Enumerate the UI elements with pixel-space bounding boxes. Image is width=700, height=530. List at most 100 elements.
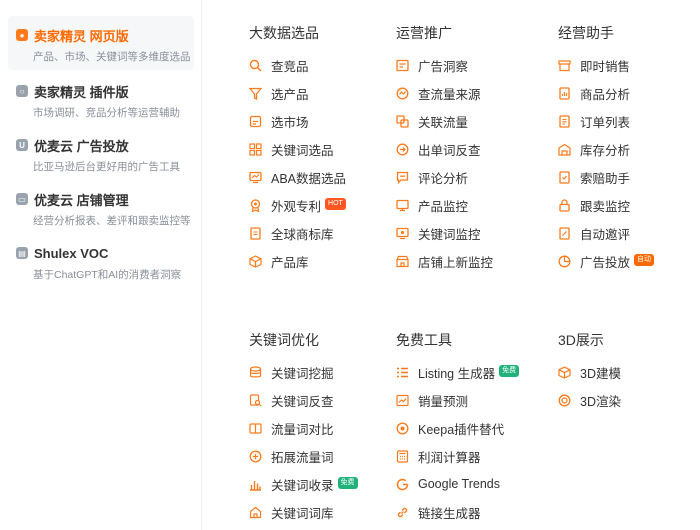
link-label: 广告洞察 xyxy=(418,59,469,74)
sidebar-item-youmaiyun-ads[interactable]: U 优麦云 广告投放 比亚马逊后台更好用的广告工具 xyxy=(8,126,194,180)
link-label: 流量词对比 xyxy=(271,422,334,437)
menu-link-product-library[interactable]: 产品库 xyxy=(249,247,379,275)
ad-board-icon xyxy=(396,59,409,72)
link-label: 选市场 xyxy=(271,115,309,130)
link-label: Listing 生成器 xyxy=(418,366,496,381)
menu-link-keyword-library[interactable]: 关键词词库 xyxy=(249,498,389,526)
link-label: 外观专利 xyxy=(271,199,322,214)
menu-link-store-new-listing-monitor[interactable]: 店铺上新监控 xyxy=(396,247,536,275)
menu-link-related-traffic[interactable]: 关联流量 xyxy=(396,107,536,135)
menu-link-3d-modeling[interactable]: 3D建模 xyxy=(558,358,678,386)
link-label: 3D建模 xyxy=(580,366,621,381)
link-label: Keepa插件替代 xyxy=(418,422,505,437)
monitor-chart-icon xyxy=(249,171,262,184)
sidebar-item-sellersprite-plugin[interactable]: ○ 卖家精灵 插件版 市场调研、竞品分析等运营辅助 xyxy=(8,72,194,126)
menu-link-design-patent[interactable]: 外观专利 HOT xyxy=(249,191,379,219)
link-label: 自动邀评 xyxy=(580,227,631,242)
menu-link-aba-selection[interactable]: ABA数据选品 xyxy=(249,163,379,191)
menu-link-market-selection[interactable]: 选市场 xyxy=(249,107,379,135)
link-label: 库存分析 xyxy=(580,143,631,158)
menu-link-realtime-sales[interactable]: 即时销售 xyxy=(558,51,688,79)
menu-link-keyword-mining[interactable]: 关键词挖掘 xyxy=(249,358,389,386)
hot-badge: HOT xyxy=(325,198,346,210)
comment-icon xyxy=(396,171,409,184)
menu-column-promotion: 运营推广 广告洞察 查流量来源 关联流量 出单词反查 评论分析 产品监控 关键词… xyxy=(396,23,536,275)
bar-chart-icon xyxy=(249,478,262,491)
menu-link-google-trends[interactable]: Google Trends xyxy=(396,470,546,498)
claim-icon xyxy=(558,170,571,184)
link-label: 关键词选品 xyxy=(271,143,334,158)
warehouse-icon xyxy=(558,143,571,156)
menu-link-keyword-reverse[interactable]: 关键词反查 xyxy=(249,386,389,414)
link-label: 评论分析 xyxy=(418,171,469,186)
menu-link-listing-generator[interactable]: Listing 生成器 免费 xyxy=(396,358,546,386)
menu-link-ad-placement[interactable]: 广告投放 自动 xyxy=(558,247,688,275)
sidebar-item-sellersprite-web[interactable]: ● 卖家精灵 网页版 产品、市场、关键词等多维度选品 xyxy=(8,16,194,70)
doc-search-icon xyxy=(249,393,262,407)
column-title: 大数据选品 xyxy=(249,25,319,41)
link-label: 选产品 xyxy=(271,87,309,102)
shulex-icon: ▤ xyxy=(16,247,28,259)
menu-link-keyword-selection[interactable]: 关键词选品 xyxy=(249,135,379,163)
sidebar-item-subtitle: 市场调研、竞品分析等运营辅助 xyxy=(33,107,180,119)
menu-link-order-keyword-lookup[interactable]: 出单词反查 xyxy=(396,135,536,163)
sidebar-item-youmaiyun-store[interactable]: ▭ 优麦云 店铺管理 经营分析报表、差评和跟卖监控等 xyxy=(8,180,194,234)
traffic-icon xyxy=(396,87,409,100)
forecast-icon xyxy=(396,394,409,407)
menu-link-keepa-alternative[interactable]: Keepa插件替代 xyxy=(396,414,546,442)
link-label: 关键词词库 xyxy=(271,506,334,521)
column-title: 经营助手 xyxy=(558,25,614,41)
free-badge: 免费 xyxy=(499,365,520,377)
menu-link-order-list[interactable]: 订单列表 xyxy=(558,107,688,135)
menu-link-link-generator[interactable]: 链接生成器 xyxy=(396,498,546,526)
menu-link-product-monitor[interactable]: 产品监控 xyxy=(396,191,536,219)
menu-link-profit-calculator[interactable]: 利润计算器 xyxy=(396,442,546,470)
menu-link-keyword-monitor[interactable]: 关键词监控 xyxy=(396,219,536,247)
menu-link-keyword-indexing[interactable]: 关键词收录 免费 xyxy=(249,470,389,498)
link-icon xyxy=(396,506,409,519)
render-icon xyxy=(558,394,571,407)
menu-column-keyword-optimization: 关键词优化 关键词挖掘 关键词反查 流量词对比 拓展流量词 关键词收录 免费 关键… xyxy=(249,330,389,526)
menu-link-global-trademark[interactable]: 全球商标库 xyxy=(249,219,379,247)
sellersprite-icon: ● xyxy=(16,29,28,41)
lock-icon xyxy=(558,198,571,212)
sidebar-item-shulex-voc[interactable]: ▤ Shulex VOC 基于ChatGPT和AI的消费者洞察 xyxy=(8,234,194,288)
menu-link-sales-forecast[interactable]: 销量预测 xyxy=(396,386,546,414)
menu-link-auto-review-request[interactable]: 自动邀评 xyxy=(558,219,688,247)
expand-icon xyxy=(249,450,262,463)
menu-link-ad-insight[interactable]: 广告洞察 xyxy=(396,51,536,79)
menu-link-review-analysis[interactable]: 评论分析 xyxy=(396,163,536,191)
store-icon: ▭ xyxy=(16,193,28,205)
link-label: 查流量来源 xyxy=(418,87,481,102)
menu-link-3d-rendering[interactable]: 3D渲染 xyxy=(558,386,678,414)
link-label: 索赔助手 xyxy=(580,171,631,186)
menu-link-product-analysis[interactable]: 商品分析 xyxy=(558,79,688,107)
menu-link-inventory-analysis[interactable]: 库存分析 xyxy=(558,135,688,163)
link-label: 商品分析 xyxy=(580,87,631,102)
menu-column-big-data: 大数据选品 查竞品 选产品 选市场 关键词选品 ABA数据选品 外观专利 HOT … xyxy=(249,23,379,275)
menu-link-product-selection[interactable]: 选产品 xyxy=(249,79,379,107)
menu-link-traffic-source[interactable]: 查流量来源 xyxy=(396,79,536,107)
menu-link-competitor-lookup[interactable]: 查竞品 xyxy=(249,51,379,79)
menu-link-claim-assistant[interactable]: 索赔助手 xyxy=(558,163,688,191)
menu-link-expand-traffic-keywords[interactable]: 拓展流量词 xyxy=(249,442,389,470)
link-label: 跟卖监控 xyxy=(580,199,631,214)
keyword-monitor-icon xyxy=(396,227,409,240)
column-title: 3D展示 xyxy=(558,332,604,348)
link-label: 查竞品 xyxy=(271,59,309,74)
copy-link-icon xyxy=(396,114,409,128)
list-bullets-icon xyxy=(396,366,409,379)
link-label: 利润计算器 xyxy=(418,450,481,465)
link-label: 产品库 xyxy=(271,255,309,270)
menu-link-hijacker-monitor[interactable]: 跟卖监控 xyxy=(558,191,688,219)
calculator-icon xyxy=(396,449,409,463)
filter-icon xyxy=(249,87,262,100)
store-counter-icon xyxy=(558,59,571,72)
link-label: Google Trends xyxy=(418,477,500,491)
column-title: 运营推广 xyxy=(396,25,452,41)
menu-link-traffic-keyword-compare[interactable]: 流量词对比 xyxy=(249,414,389,442)
sidebar-item-subtitle: 基于ChatGPT和AI的消费者洞察 xyxy=(33,269,182,281)
link-label: 链接生成器 xyxy=(418,506,481,521)
monitor-icon xyxy=(396,199,409,212)
link-label: 出单词反查 xyxy=(418,143,481,158)
